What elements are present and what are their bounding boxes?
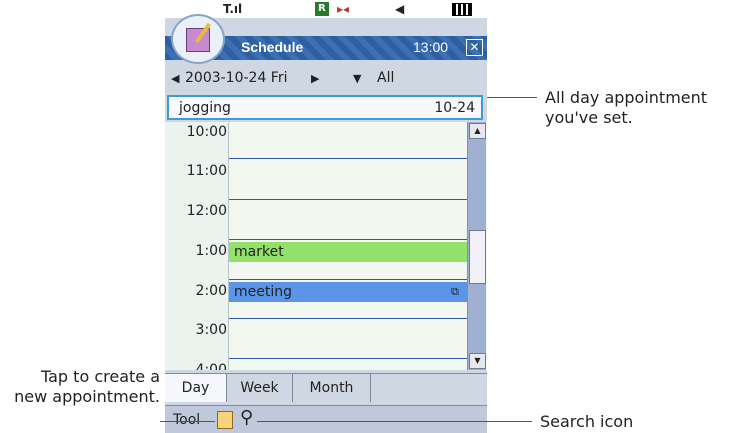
app-title: Schedule: [241, 39, 304, 55]
battery-icon: [452, 3, 472, 16]
transfer-icon: ▸◂: [337, 2, 350, 16]
appointment-meeting[interactable]: meeting: [229, 282, 467, 302]
hour-line: [229, 239, 467, 240]
date-navigation-bar: ◀ 2003-10-24 Fri ▶ ▼ All: [165, 68, 487, 92]
hour-line: [229, 318, 467, 319]
sound-icon: ◀: [395, 2, 405, 16]
tab-week[interactable]: Week: [227, 374, 293, 402]
filter-dropdown-icon[interactable]: ▼: [353, 72, 361, 85]
time-label: 4:00: [195, 362, 227, 370]
schedule-app-icon: [171, 14, 225, 64]
day-schedule-grid[interactable]: 10:00 11:00 12:00 1:00 market 2:00 meeti…: [165, 122, 487, 370]
new-appointment-icon[interactable]: [217, 411, 233, 429]
scroll-thumb[interactable]: [469, 230, 486, 284]
hour-line: [229, 279, 467, 280]
bottom-toolbar: Tool ⚲: [165, 405, 487, 433]
signal-icon: T.ıl: [223, 2, 243, 16]
callout-all-day: All day appointment you've set.: [545, 88, 708, 127]
appointment-market[interactable]: market: [229, 242, 467, 262]
repeat-icon: ⧉: [451, 285, 459, 298]
vertical-scrollbar[interactable]: ▲ ▼: [467, 122, 486, 370]
callout-line: [160, 421, 215, 422]
next-day-icon[interactable]: ▶: [311, 72, 319, 85]
time-label: 3:00: [195, 322, 227, 338]
callout-line: [487, 97, 537, 98]
previous-day-icon[interactable]: ◀: [171, 72, 179, 85]
callout-search: Search icon: [540, 412, 634, 431]
roaming-icon: R: [315, 2, 329, 16]
view-tabs: Day Week Month: [165, 373, 487, 402]
time-label: 1:00: [195, 243, 227, 259]
callout-new-appointment: Tap to create a new appointment.: [14, 367, 160, 406]
tab-month[interactable]: Month: [293, 374, 371, 402]
hour-line: [229, 358, 467, 359]
tab-day[interactable]: Day: [165, 374, 227, 402]
current-date[interactable]: 2003-10-24 Fri: [185, 70, 288, 86]
close-button[interactable]: ✕: [466, 39, 483, 56]
scroll-up-button[interactable]: ▲: [469, 123, 486, 139]
hour-line: [229, 199, 467, 200]
time-label: 11:00: [186, 163, 227, 179]
all-day-date: 10-24: [434, 100, 475, 116]
callout-line: [257, 421, 532, 422]
time-label: 2:00: [195, 283, 227, 299]
phone-screen: T.ıl R ▸◂ ◀ Schedule 13:00 ✕ ◀ 2003-10-2…: [165, 0, 487, 433]
tool-menu[interactable]: Tool: [173, 412, 200, 428]
status-bar: T.ıl R ▸◂ ◀: [165, 0, 487, 18]
scroll-down-button[interactable]: ▼: [469, 353, 486, 369]
search-icon[interactable]: ⚲: [240, 407, 253, 428]
time-label: 10:00: [186, 124, 227, 140]
all-day-appointment[interactable]: jogging 10-24: [167, 95, 483, 120]
time-label: 12:00: [186, 203, 227, 219]
category-filter[interactable]: All: [377, 70, 394, 86]
all-day-title: jogging: [179, 100, 231, 116]
hour-line: [229, 158, 467, 159]
clock-time: 13:00: [413, 39, 449, 55]
